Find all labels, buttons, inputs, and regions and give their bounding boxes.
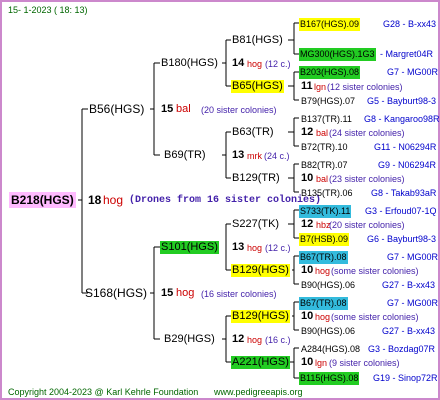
- g3-note-1: (12 c.): [265, 59, 291, 69]
- g4-ref-16: G19 - Sinop72R: [373, 373, 438, 383]
- g3-queen-5: S227(TK): [232, 218, 280, 230]
- g3-gen-8: 10: [301, 356, 314, 368]
- g3-note-6: (some sister colonies): [331, 266, 419, 276]
- g2-note-2: (24 c.): [264, 151, 290, 161]
- g1-gen-1: 15: [161, 103, 174, 115]
- g4-queen-4: B79(HGS).07: [301, 96, 356, 106]
- g2-gen-2: 13: [232, 149, 245, 161]
- g4-ref-14: G27 - B-xx43: [382, 326, 436, 336]
- g3-note-3: (24 sister colonies): [329, 128, 405, 138]
- g3-queen-2: B65(HGS): [231, 80, 284, 93]
- g3-gen-5: 12: [301, 218, 314, 230]
- g1-note-2: (16 sister colonies): [201, 289, 277, 299]
- g3-place-1: hog: [247, 59, 263, 69]
- g2-note-4: (16 c.): [265, 335, 291, 345]
- website-link[interactable]: www.pedigreeapis.org: [214, 386, 303, 399]
- g4-ref-1: G28 - B-xx43: [383, 19, 437, 29]
- g3-queen-8: A221(HGS): [231, 356, 290, 369]
- g4-queen-6: B72(TR).10: [301, 142, 348, 152]
- g3-note-2: (12 sister colonies): [327, 82, 403, 92]
- g3-gen-2: 11: [301, 80, 313, 92]
- g4-queen-13: B67(TR).08: [299, 297, 348, 310]
- g3-place-3: bal: [316, 128, 329, 138]
- g4-queen-12: B90(HGS).06: [301, 280, 356, 290]
- g3-note-7: (some sister colonies): [331, 312, 419, 322]
- g2-gen-4: 12: [232, 333, 245, 345]
- g3-note-5: (20 sister colonies): [329, 220, 405, 230]
- g4-ref-8: G8 - Takab93aR: [371, 188, 437, 198]
- g4-ref-11: G7 - MG00R: [387, 252, 439, 262]
- g3-queen-3: B63(TR): [232, 126, 274, 138]
- g1-note-1: (20 sister colonies): [201, 105, 277, 115]
- g1-place-2: hog: [176, 287, 195, 299]
- g4-ref-9: G3 - Erfoud07-1Q: [365, 206, 437, 216]
- root-queen: B218(HGS): [9, 192, 76, 208]
- g4-queen-8: B135(TR).06: [301, 188, 353, 198]
- g2-place-3: hog: [247, 243, 263, 253]
- g2-place-2: mrk: [247, 151, 262, 161]
- g4-ref-4: G5 - Bayburt98-3: [367, 96, 437, 106]
- g4-queen-1: B167(HGS).09: [299, 18, 361, 31]
- g3-gen-3: 12: [301, 126, 314, 138]
- g4-queen-2: MG300(HGS).1G3: [299, 48, 376, 61]
- g3-place-6: hog: [315, 266, 331, 276]
- g1-gen-2: 15: [161, 287, 174, 299]
- root-place: hog: [103, 193, 124, 207]
- g3-gen-7: 10: [301, 310, 314, 322]
- g4-queen-7: B82(TR).07: [301, 160, 348, 170]
- g4-queen-10: B7(HSB).09: [299, 233, 350, 246]
- root-note: (Drones from 16 sister colonies): [129, 195, 322, 206]
- g3-gen-4: 10: [301, 172, 314, 184]
- pedigree-frame: 15- 1-2023 ( 18: 13) B218(HGS) 18 hog (D…: [0, 0, 440, 400]
- g3-place-8: lgn: [315, 358, 328, 368]
- g2-gen-3: 13: [232, 241, 245, 253]
- g3-place-2: lgn: [314, 82, 327, 92]
- copyright-text: Copyright 2004-2023 @ Karl Kehrle Founda…: [8, 387, 199, 397]
- g3-queen-4: B129(TR): [232, 172, 280, 184]
- g4-queen-3: B203(HGS).08: [299, 66, 361, 79]
- g4-ref-5: G8 - Kangaroo98R: [364, 114, 440, 124]
- g4-queen-11: B67(TR).08: [299, 251, 348, 264]
- generated-timestamp: 15- 1-2023 ( 18: 13): [8, 5, 88, 15]
- g3-place-7: hog: [315, 312, 331, 322]
- g3-note-8: (9 sister colonies): [329, 358, 400, 368]
- g4-queen-14: B90(HGS).06: [301, 326, 356, 336]
- g1-queen-1: B56(HGS): [89, 102, 145, 116]
- g4-ref-3: G7 - MG00R: [387, 67, 439, 77]
- g4-queen-9: S733(TK).11: [299, 205, 352, 218]
- g4-queen-15: A284(HGS).08: [301, 344, 361, 354]
- g3-gen-1: 14: [232, 57, 245, 69]
- g4-queen-16: B115(HGS).08: [299, 372, 360, 385]
- g4-ref-13: G7 - MG00R: [387, 298, 439, 308]
- g3-queen-7: B129(HGS): [231, 310, 290, 323]
- g4-ref-6: G11 - N06294R: [374, 142, 437, 152]
- g4-ref-7: G9 - N06294R: [378, 160, 437, 170]
- g2-queen-2: B69(TR): [164, 149, 206, 161]
- g3-note-4: (23 sister colonies): [329, 174, 405, 184]
- g4-ref-15: G3 - Bozdag07R: [368, 344, 436, 354]
- g4-ref-10: G6 - Bayburt98-3: [367, 234, 437, 244]
- root-gen-number: 18: [88, 193, 102, 207]
- g4-ref-12: G27 - B-xx43: [382, 280, 436, 290]
- g1-place-1: bal: [176, 103, 191, 115]
- g4-queen-5: B137(TR).11: [301, 114, 352, 124]
- g3-queen-1: B81(HGS): [232, 34, 283, 46]
- g2-queen-3: S101(HGS): [160, 241, 219, 254]
- g4-ref-2: - Margret04R: [380, 49, 434, 59]
- g3-queen-6: B129(HGS): [231, 264, 290, 277]
- g2-queen-4: B29(HGS): [164, 333, 215, 345]
- g2-queen-1: B180(HGS): [161, 57, 218, 69]
- g2-note-3: (12 c.): [265, 243, 291, 253]
- g1-queen-2: S168(HGS): [85, 286, 148, 300]
- g3-gen-6: 10: [301, 264, 314, 276]
- g3-place-4: bal: [316, 174, 329, 184]
- g2-place-4: hog: [247, 335, 263, 345]
